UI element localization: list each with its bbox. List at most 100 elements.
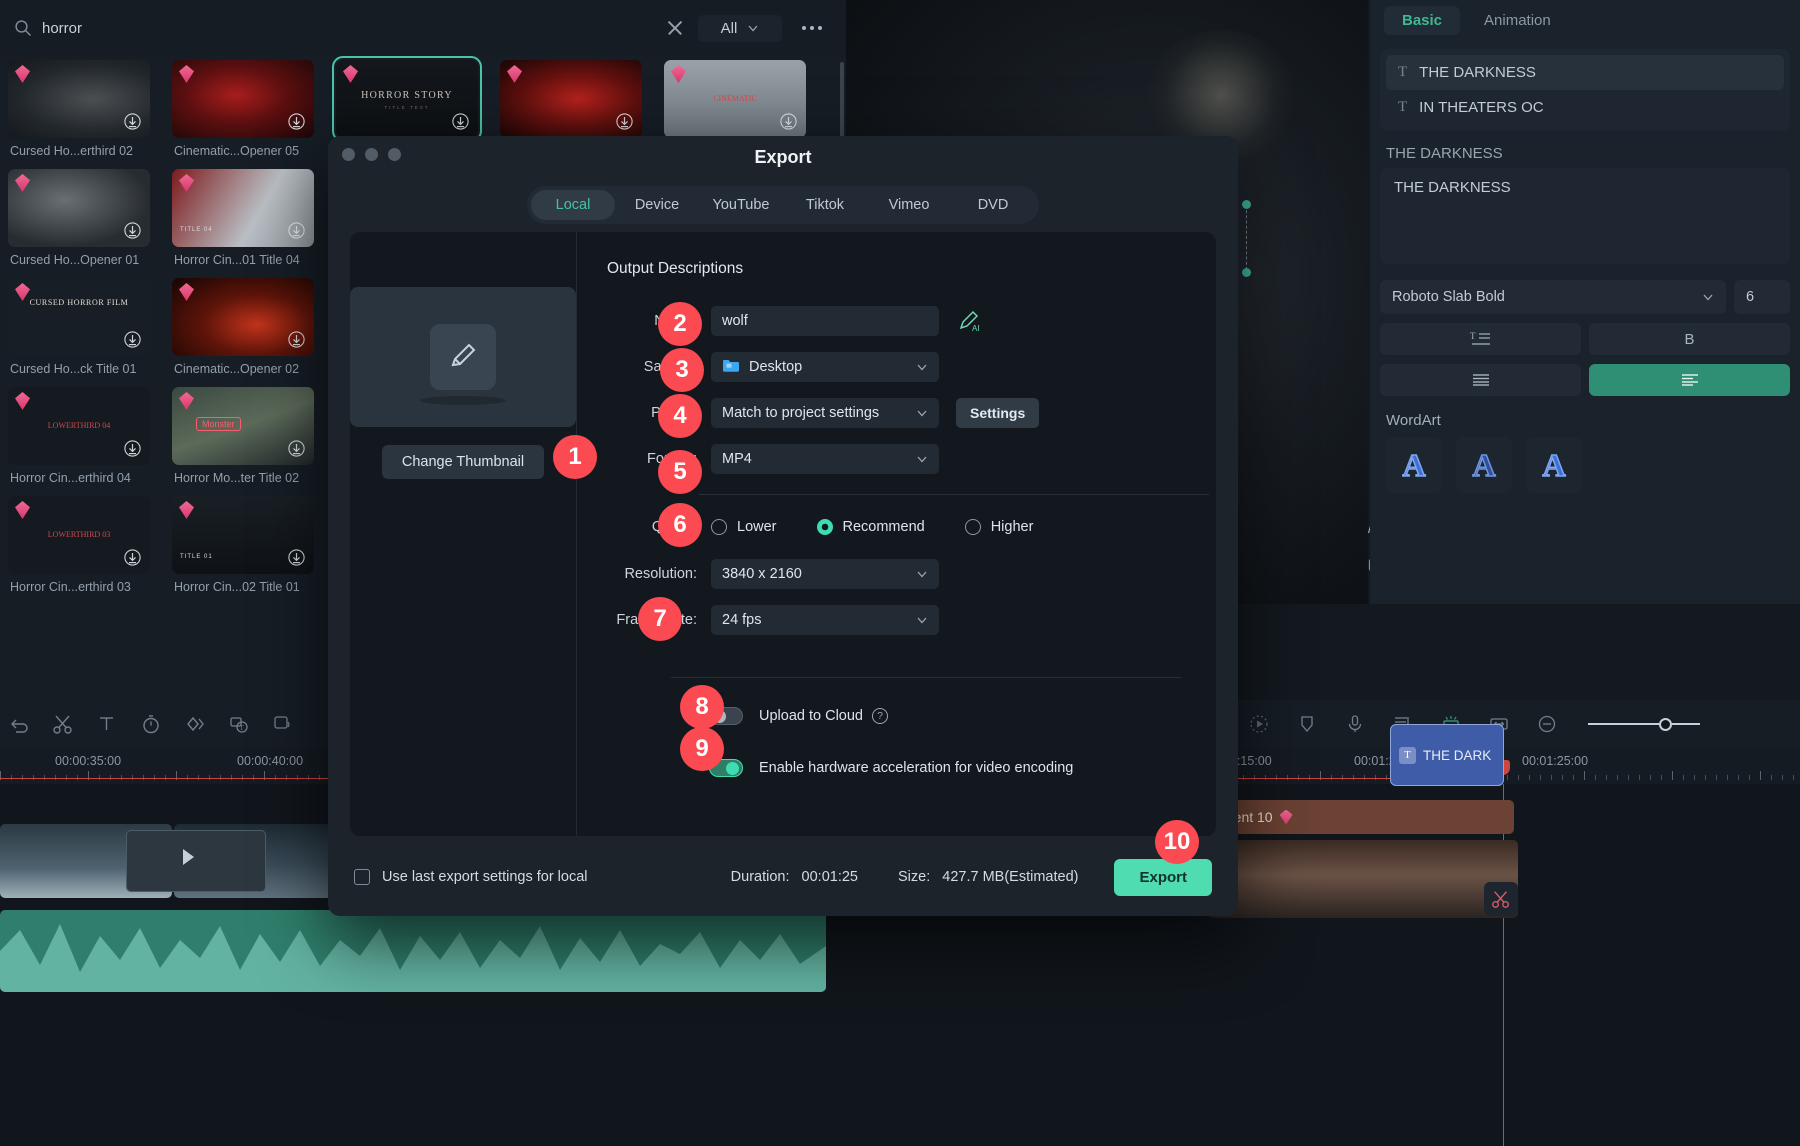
download-icon[interactable] — [124, 222, 141, 239]
media-item[interactable]: TITLE 01 Horror Cin...02 Title 01 — [172, 496, 314, 605]
settings-button[interactable]: Settings — [956, 398, 1039, 428]
video-clip-overlay[interactable] — [126, 830, 266, 892]
microphone-icon[interactable] — [1344, 713, 1366, 735]
download-icon[interactable] — [616, 113, 633, 130]
quality-option-lower[interactable]: Lower — [711, 519, 777, 535]
export-tab-youtube[interactable]: YouTube — [699, 190, 783, 220]
wordart-preset[interactable]: A — [1456, 437, 1512, 493]
keyframe-icon[interactable] — [184, 713, 206, 735]
auto-reframe-icon[interactable] — [1248, 713, 1270, 735]
text-layer-item[interactable]: TIN THEATERS OC — [1386, 90, 1784, 125]
media-thumbnail[interactable]: TITLE 04 — [172, 169, 314, 247]
export-button[interactable]: Export — [1114, 859, 1212, 896]
align-justify-icon[interactable] — [1380, 364, 1581, 396]
media-item-label: Cursed Ho...erthird 02 — [10, 144, 150, 158]
font-size-select[interactable]: 6 — [1734, 280, 1790, 314]
video-clip[interactable] — [1208, 840, 1518, 918]
ai-pen-icon[interactable]: AI — [957, 309, 981, 333]
wordart-preset[interactable]: A — [1386, 437, 1442, 493]
zoom-slider[interactable] — [1588, 718, 1700, 731]
media-item[interactable]: LOWERTHIRD 04Horror Cin...erthird 04 — [8, 387, 150, 496]
preset-select[interactable]: Match to project settings — [711, 398, 939, 428]
media-thumbnail[interactable]: CINEMATIC — [664, 60, 806, 138]
speech-icon[interactable] — [272, 713, 294, 735]
text-layer-item[interactable]: TTHE DARKNESS — [1386, 55, 1784, 90]
download-icon[interactable] — [124, 113, 141, 130]
download-icon[interactable] — [288, 222, 305, 239]
media-thumbnail[interactable]: LOWERTHIRD 04 — [8, 387, 150, 465]
media-thumbnail[interactable] — [172, 60, 314, 138]
tab-basic[interactable]: Basic — [1384, 6, 1460, 35]
export-tab-dvd[interactable]: DVD — [951, 190, 1035, 220]
ruler-tick — [1661, 775, 1662, 780]
font-family-select[interactable]: Roboto Slab Bold — [1380, 280, 1726, 314]
download-icon[interactable] — [288, 113, 305, 130]
media-thumbnail[interactable]: Monster — [172, 387, 314, 465]
text-style-icon[interactable]: T — [1380, 323, 1581, 355]
media-thumbnail[interactable] — [8, 169, 150, 247]
resolution-select[interactable]: 3840 x 2160 — [711, 559, 939, 589]
media-thumbnail[interactable]: TITLE 01 — [172, 496, 314, 574]
download-icon[interactable] — [780, 113, 797, 130]
media-item[interactable]: Cursed Ho...Opener 01 — [8, 169, 150, 278]
zoom-out-icon[interactable] — [1536, 713, 1558, 735]
scissors-icon[interactable] — [1484, 882, 1518, 916]
media-filter-dropdown[interactable]: All — [698, 15, 782, 42]
name-input[interactable]: wolf — [711, 306, 939, 336]
media-thumbnail[interactable] — [172, 278, 314, 356]
shield-icon[interactable] — [1296, 713, 1318, 735]
media-item[interactable]: MonsterHorror Mo...ter Title 02 — [172, 387, 314, 496]
text-template-icon[interactable]: T — [228, 713, 250, 735]
save-to-select[interactable]: Desktop — [711, 352, 939, 382]
export-tab-tiktok[interactable]: Tiktok — [783, 190, 867, 220]
media-item[interactable]: Cinematic...Opener 02 — [172, 278, 314, 387]
download-icon[interactable] — [288, 440, 305, 457]
use-last-settings-checkbox[interactable] — [354, 869, 370, 885]
timeline-ruler-right[interactable]: 1:15:00 00:01:20:00 00:01:25:00 — [1232, 748, 1800, 784]
audio-clip[interactable] — [0, 910, 826, 992]
window-controls[interactable] — [342, 148, 401, 161]
download-icon[interactable] — [288, 331, 305, 348]
search-input[interactable]: horror — [42, 20, 652, 37]
media-item[interactable]: Cinematic...Opener 05 — [172, 60, 314, 169]
format-select[interactable]: MP4 — [711, 444, 939, 474]
quality-option-higher[interactable]: Higher — [965, 519, 1034, 535]
download-icon[interactable] — [124, 440, 141, 457]
media-thumbnail[interactable]: CURSED HORROR FILM — [8, 278, 150, 356]
question-mark-icon[interactable]: ? — [872, 708, 888, 724]
undo-icon[interactable] — [8, 713, 30, 735]
selection-handle-top[interactable] — [1242, 200, 1251, 209]
export-tab-vimeo[interactable]: Vimeo — [867, 190, 951, 220]
tab-animation[interactable]: Animation — [1466, 6, 1569, 35]
bold-icon[interactable]: B — [1589, 323, 1790, 355]
frame-rate-select[interactable]: 24 fps — [711, 605, 939, 635]
wordart-preset[interactable]: A — [1526, 437, 1582, 493]
media-thumbnail[interactable]: HORROR STORYTITLE TEXT — [336, 60, 478, 138]
media-item[interactable]: Cursed Ho...erthird 02 — [8, 60, 150, 169]
media-item[interactable]: LOWERTHIRD 03Horror Cin...erthird 03 — [8, 496, 150, 605]
export-tab-device[interactable]: Device — [615, 190, 699, 220]
download-icon[interactable] — [124, 331, 141, 348]
export-tab-local[interactable]: Local — [531, 190, 615, 220]
media-item[interactable]: CURSED HORROR FILMCursed Ho...ck Title 0… — [8, 278, 150, 387]
text-icon[interactable] — [96, 713, 118, 735]
selection-handle-bottom[interactable] — [1242, 268, 1251, 277]
close-icon[interactable] — [662, 15, 688, 41]
timeline-tracks-right[interactable]: T THE DARK ment 10 — [1232, 784, 1800, 1146]
download-icon[interactable] — [288, 549, 305, 566]
align-left-icon[interactable] — [1589, 364, 1790, 396]
media-item-label: Horror Cin...02 Title 01 — [174, 580, 314, 594]
cut-icon[interactable] — [52, 713, 74, 735]
more-options-icon[interactable] — [792, 26, 832, 30]
media-item[interactable]: TITLE 04Horror Cin...01 Title 04 — [172, 169, 314, 278]
change-thumbnail-button[interactable]: Change Thumbnail — [382, 445, 544, 479]
media-thumbnail[interactable] — [8, 60, 150, 138]
download-icon[interactable] — [124, 549, 141, 566]
media-thumbnail[interactable]: LOWERTHIRD 03 — [8, 496, 150, 574]
thumbnail-preview[interactable] — [350, 287, 576, 427]
timer-icon[interactable] — [140, 713, 162, 735]
download-icon[interactable] — [452, 113, 469, 130]
quality-option-recommend[interactable]: Recommend — [817, 519, 925, 535]
media-thumbnail[interactable] — [500, 60, 642, 138]
text-content-input[interactable]: THE DARKNESS — [1380, 168, 1790, 264]
